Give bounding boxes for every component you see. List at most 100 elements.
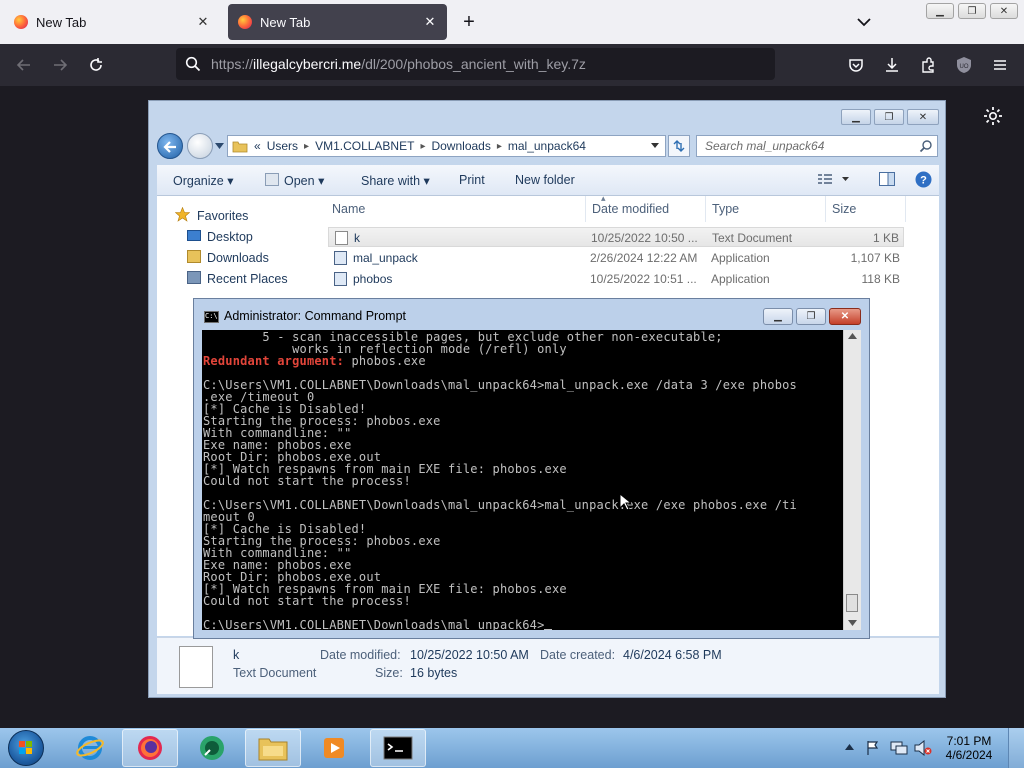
- firefox-tab-icon: [14, 15, 28, 29]
- list-all-tabs-button[interactable]: [855, 14, 873, 30]
- console-line: C:\Users\VM1.COLLABNET\Downloads\mal_unp…: [203, 618, 545, 630]
- command-prompt-icon[interactable]: [370, 729, 426, 767]
- open-button[interactable]: Open ▾: [265, 173, 324, 188]
- details-pane: k Text Document Date modified: 10/25/202…: [157, 637, 939, 694]
- internet-explorer-icon[interactable]: [62, 729, 118, 767]
- file-type: Text Document: [712, 231, 793, 245]
- chevron-down-icon[interactable]: [651, 143, 659, 148]
- forward-button[interactable]: [48, 53, 72, 77]
- minimize-button[interactable]: ▁: [763, 308, 793, 325]
- column-name[interactable]: Name: [315, 196, 586, 222]
- details-file-type: Text Document: [233, 666, 317, 680]
- svg-text:UO: UO: [960, 64, 969, 70]
- scroll-up-icon[interactable]: [848, 333, 857, 339]
- table-row[interactable]: phobos 10/25/2022 10:51 ... Application …: [328, 269, 904, 289]
- ublock-origin-icon[interactable]: UO: [952, 53, 976, 77]
- tab-1[interactable]: New Tab ✕: [4, 4, 220, 40]
- breadcrumb-separator[interactable]: ▸: [497, 141, 502, 152]
- new-tab-button[interactable]: +: [458, 12, 480, 32]
- show-hidden-icons-icon[interactable]: [845, 744, 854, 750]
- recent-places-icon: [187, 271, 201, 284]
- windows-explorer-icon[interactable]: [245, 729, 301, 767]
- breadcrumb-current[interactable]: mal_unpack64: [508, 139, 586, 153]
- back-button[interactable]: [12, 53, 36, 77]
- restore-button[interactable]: ❐: [958, 3, 986, 19]
- organize-button[interactable]: Organize ▾: [173, 173, 233, 188]
- help-icon[interactable]: ?: [915, 171, 932, 188]
- extensions-icon[interactable]: [916, 53, 940, 77]
- recent-pages-dropdown[interactable]: [215, 143, 224, 149]
- text-cursor: [544, 629, 553, 630]
- close-window-button[interactable]: ✕: [907, 109, 939, 125]
- url-path: /dl/200/phobos_ancient_with_key.7z: [361, 56, 586, 72]
- minimize-button[interactable]: ▁: [926, 3, 954, 19]
- table-row[interactable]: k 10/25/2022 10:50 ... Text Document 1 K…: [328, 227, 904, 247]
- refresh-button[interactable]: [668, 135, 690, 157]
- vertical-scrollbar[interactable]: [843, 330, 861, 630]
- back-button[interactable]: [157, 133, 183, 159]
- breadcrumb-separator[interactable]: ▸: [420, 141, 425, 152]
- nav-item-recent-places[interactable]: Recent Places: [207, 272, 288, 286]
- url-bar[interactable]: https://illegalcybercri.me/dl/200/phobos…: [176, 48, 775, 80]
- forward-button[interactable]: [187, 133, 213, 159]
- maximize-button[interactable]: ❐: [796, 308, 826, 325]
- firefox-icon[interactable]: [122, 729, 178, 767]
- view-options-icon[interactable]: [817, 172, 851, 186]
- file-type: Application: [711, 251, 770, 265]
- scrollbar-thumb[interactable]: [846, 594, 858, 612]
- gear-icon[interactable]: [982, 105, 1004, 127]
- app-icon[interactable]: [184, 729, 240, 767]
- date-modified-value: 10/25/2022 10:50 AM: [410, 648, 529, 662]
- file-type: Application: [711, 272, 770, 286]
- downloads-icon[interactable]: [880, 53, 904, 77]
- network-icon[interactable]: [890, 740, 908, 756]
- breadcrumb-users[interactable]: Users: [267, 139, 298, 153]
- system-clock[interactable]: 7:01 PM 4/6/2024: [940, 734, 998, 762]
- file-date: 10/25/2022 10:50 ...: [591, 231, 698, 245]
- share-with-button[interactable]: Share with ▾: [361, 173, 430, 188]
- breadcrumb-downloads[interactable]: Downloads: [431, 139, 490, 153]
- scroll-down-icon[interactable]: [848, 620, 857, 626]
- volume-muted-icon[interactable]: [914, 740, 932, 756]
- breadcrumb-separator[interactable]: ▸: [304, 141, 309, 152]
- url-text[interactable]: https://illegalcybercri.me/dl/200/phobos…: [211, 56, 586, 72]
- show-desktop-button[interactable]: [1008, 728, 1024, 768]
- error-text: Redundant argument:: [203, 354, 345, 368]
- console-line: Could not start the process!: [203, 474, 411, 488]
- tab-title: New Tab: [260, 14, 311, 30]
- search-input[interactable]: Search mal_unpack64: [696, 135, 938, 157]
- console-output[interactable]: 5 - scan inaccessible pages, but exclude…: [202, 330, 843, 630]
- tab-2[interactable]: New Tab ✕: [228, 4, 447, 40]
- pocket-icon[interactable]: [844, 53, 868, 77]
- close-tab-icon[interactable]: ✕: [421, 13, 439, 31]
- favorites-heading[interactable]: Favorites: [197, 209, 248, 223]
- table-row[interactable]: mal_unpack 2/26/2024 12:22 AM Applicatio…: [328, 248, 904, 268]
- search-icon[interactable]: [919, 139, 933, 153]
- menu-icon[interactable]: [988, 53, 1012, 77]
- close-tab-icon[interactable]: ✕: [194, 13, 212, 31]
- command-prompt-icon: C:\: [204, 311, 219, 323]
- file-size: 118 KB: [861, 272, 900, 286]
- print-button[interactable]: Print: [459, 173, 485, 187]
- reload-button[interactable]: [84, 53, 108, 77]
- close-window-button[interactable]: ✕: [829, 308, 861, 325]
- media-player-icon[interactable]: [306, 729, 362, 767]
- url-domain: illegalcybercri.me: [253, 56, 362, 72]
- preview-pane-icon[interactable]: [879, 172, 895, 186]
- action-center-flag-icon[interactable]: [866, 740, 880, 756]
- nav-item-desktop[interactable]: Desktop: [207, 230, 253, 244]
- column-size[interactable]: Size: [826, 196, 906, 222]
- close-window-button[interactable]: ✕: [990, 3, 1018, 19]
- breadcrumb-overflow[interactable]: «: [254, 139, 261, 153]
- text-file-icon: [335, 231, 348, 245]
- clock-date: 4/6/2024: [945, 748, 993, 762]
- minimize-button[interactable]: ▁: [841, 109, 871, 125]
- maximize-button[interactable]: ❐: [874, 109, 904, 125]
- new-folder-button[interactable]: New folder: [515, 173, 575, 187]
- address-bar[interactable]: « Users ▸ VM1.COLLABNET ▸ Downloads ▸ ma…: [227, 135, 666, 157]
- start-button[interactable]: [8, 730, 44, 766]
- breadcrumb-user[interactable]: VM1.COLLABNET: [315, 139, 414, 153]
- file-name: phobos: [353, 272, 393, 286]
- column-type[interactable]: Type: [706, 196, 826, 222]
- nav-item-downloads[interactable]: Downloads: [207, 251, 269, 265]
